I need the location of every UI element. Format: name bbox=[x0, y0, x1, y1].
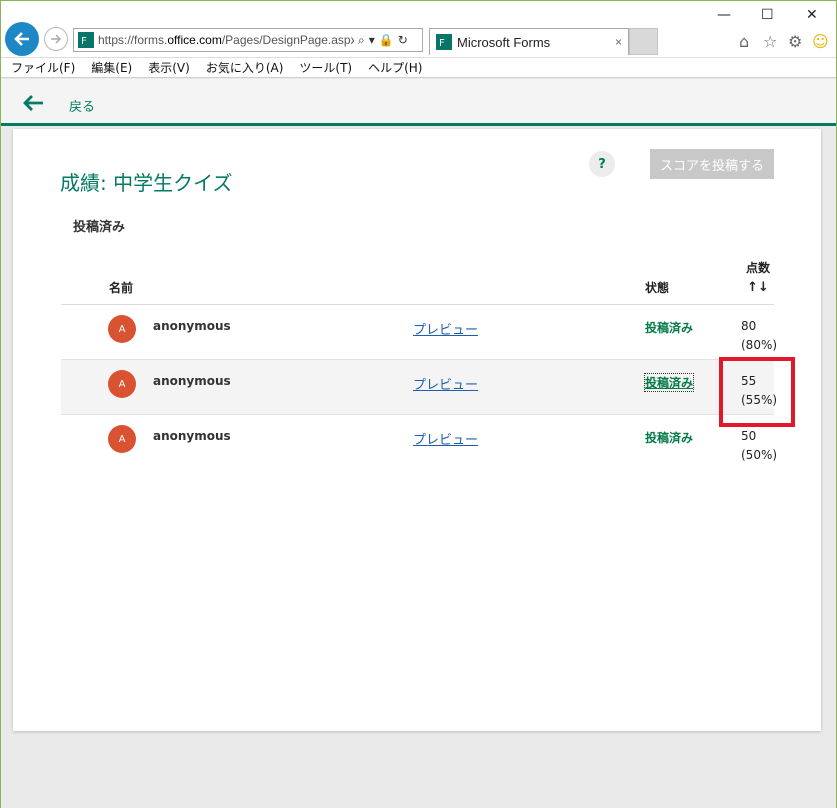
menu-favorites[interactable]: お気に入り(A) bbox=[206, 59, 284, 76]
menu-view[interactable]: 表示(V) bbox=[148, 59, 190, 76]
back-arrow-icon[interactable] bbox=[21, 93, 45, 113]
help-button[interactable]: ? bbox=[589, 151, 615, 177]
favorites-star-icon[interactable]: ☆ bbox=[763, 32, 777, 51]
svg-text:F: F bbox=[439, 38, 445, 49]
lock-icon[interactable]: 🔒 bbox=[379, 33, 394, 47]
browser-tab[interactable]: F Microsoft Forms × bbox=[429, 28, 629, 55]
avatar: A bbox=[108, 370, 136, 398]
preview-link[interactable]: プレビュー bbox=[413, 319, 478, 338]
table-row[interactable]: A anonymous プレビュー 投稿済み 55 (55%) bbox=[61, 360, 777, 415]
svg-text:F: F bbox=[81, 36, 87, 47]
maximize-button[interactable]: ☐ bbox=[761, 7, 774, 23]
table-row[interactable]: A anonymous プレビュー 投稿済み 50 (50%) bbox=[61, 415, 778, 470]
section-subtitle: 投稿済み bbox=[73, 220, 126, 235]
score-value: 50 (50%) bbox=[741, 429, 778, 462]
highlight-box bbox=[719, 357, 795, 427]
back-bar: 戻る bbox=[1, 79, 836, 126]
address-bar[interactable]: F https://forms.office.com/Pages/DesignP… bbox=[73, 28, 423, 52]
results-card: ? スコアを投稿する 成績: 中学生クイズ 投稿済み 名前 状態 点数 ↑↓ A… bbox=[13, 129, 821, 731]
status-badge[interactable]: 投稿済み bbox=[645, 319, 693, 336]
refresh-icon[interactable]: ↻ bbox=[398, 33, 408, 47]
respondent-name: anonymous bbox=[153, 429, 231, 443]
browser-forward-button[interactable] bbox=[44, 27, 68, 51]
status-badge[interactable]: 投稿済み bbox=[643, 373, 695, 392]
column-header-score[interactable]: 点数 ↑↓ bbox=[741, 259, 775, 295]
menu-tools[interactable]: ツール(T) bbox=[299, 59, 352, 76]
tab-close-icon[interactable]: × bbox=[615, 35, 622, 49]
preview-link[interactable]: プレビュー bbox=[413, 374, 478, 393]
column-header-name: 名前 bbox=[109, 281, 134, 295]
menu-edit[interactable]: 編集(E) bbox=[91, 59, 132, 76]
avatar: A bbox=[108, 315, 136, 343]
home-icon[interactable]: ⌂ bbox=[739, 32, 749, 51]
close-window-button[interactable]: ✕ bbox=[806, 7, 818, 23]
avatar: A bbox=[108, 425, 136, 453]
preview-link[interactable]: プレビュー bbox=[413, 429, 478, 448]
page-content: 戻る ? スコアを投稿する 成績: 中学生クイズ 投稿済み 名前 状態 点数 ↑… bbox=[1, 79, 836, 808]
score-header-label: 点数 bbox=[745, 261, 770, 275]
browser-back-button[interactable] bbox=[5, 22, 39, 56]
minimize-button[interactable]: — bbox=[717, 7, 731, 23]
search-icon[interactable]: ⌕ bbox=[358, 33, 365, 48]
arrow-right-icon bbox=[51, 34, 62, 44]
post-scores-button[interactable]: スコアを投稿する bbox=[650, 149, 774, 179]
respondent-name: anonymous bbox=[153, 374, 231, 388]
browser-toolbar: F https://forms.office.com/Pages/DesignP… bbox=[1, 1, 836, 57]
address-url: https://forms.office.com/Pages/DesignPag… bbox=[98, 33, 354, 47]
gear-icon[interactable]: ⚙ bbox=[788, 32, 802, 51]
page-title: 成績: 中学生クイズ bbox=[60, 171, 233, 195]
status-badge[interactable]: 投稿済み bbox=[645, 429, 693, 446]
menu-help[interactable]: ヘルプ(H) bbox=[368, 59, 422, 76]
menu-file[interactable]: ファイル(F) bbox=[11, 59, 75, 76]
new-tab-button[interactable] bbox=[629, 28, 658, 55]
browser-window: F https://forms.office.com/Pages/DesignP… bbox=[0, 0, 837, 808]
table-row[interactable]: A anonymous プレビュー 投稿済み 80 (80%) bbox=[61, 305, 778, 360]
back-link[interactable]: 戻る bbox=[69, 96, 95, 115]
tab-title: Microsoft Forms bbox=[457, 34, 551, 50]
column-header-status: 状態 bbox=[645, 281, 670, 295]
sort-icon[interactable]: ↑↓ bbox=[741, 280, 775, 295]
score-value: 80 (80%) bbox=[741, 319, 778, 352]
menu-bar: ファイル(F) 編集(E) 表示(V) お気に入り(A) ツール(T) ヘルプ(… bbox=[1, 57, 836, 78]
arrow-left-icon bbox=[14, 32, 29, 46]
forms-favicon-icon: F bbox=[78, 32, 94, 48]
forms-tab-favicon-icon: F bbox=[436, 34, 452, 50]
respondent-name: anonymous bbox=[153, 319, 231, 333]
dropdown-icon[interactable]: ▾ bbox=[369, 33, 375, 47]
smiley-feedback-icon[interactable]: ☺ bbox=[812, 32, 829, 51]
